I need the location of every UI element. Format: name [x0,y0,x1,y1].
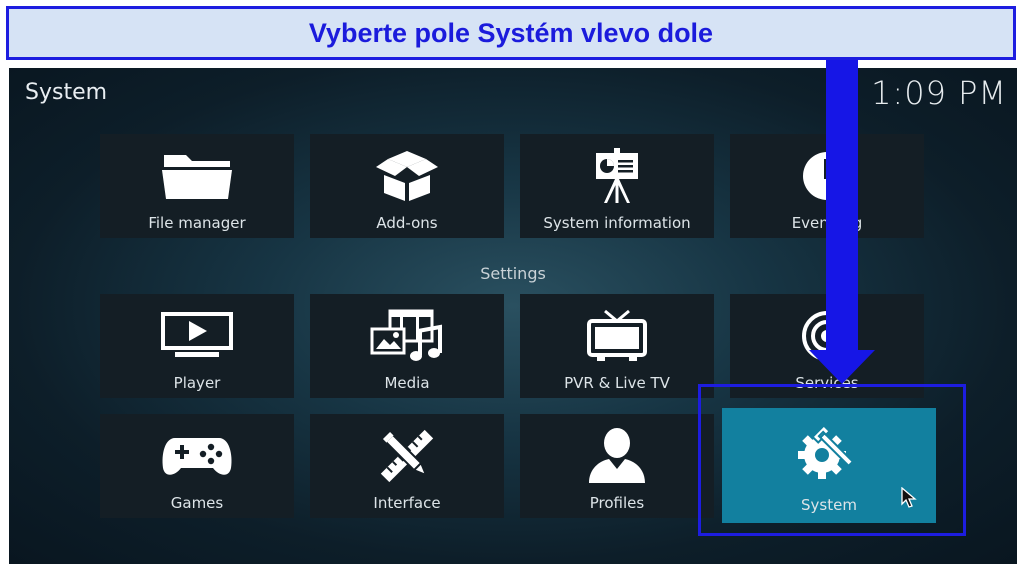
settings-heading: Settings [480,264,546,283]
instruction-banner: Vyberte pole Systém vlevo dole [6,6,1016,60]
tile-interface[interactable]: Interface [310,414,504,518]
instruction-text: Vyberte pole Systém vlevo dole [308,17,714,48]
gear-wrench-icon [722,424,936,482]
tile-media[interactable]: Media [310,294,504,398]
tile-label: File manager [148,214,246,232]
tile-games[interactable]: Games [100,414,294,518]
media-icon [310,308,504,364]
tv-play-icon [100,308,294,364]
pencil-ruler-icon [310,428,504,484]
annotation-arrow-shaft [826,60,858,352]
tile-label: Profiles [589,494,645,512]
clock: 1:09 PM [871,74,1007,112]
tile-pvr-live-tv[interactable]: PVR & Live TV [520,294,714,398]
presentation-board-icon [520,148,714,204]
page-title: System [25,80,108,105]
tile-label: PVR & Live TV [564,374,670,392]
tile-file-manager[interactable]: File manager [100,134,294,238]
tile-label: Interface [373,494,441,512]
mouse-cursor-icon [901,486,917,514]
person-icon [520,428,714,484]
open-box-icon [310,148,504,204]
gamepad-icon [100,428,294,484]
folder-icon [100,148,294,204]
tile-label: Add-ons [376,214,438,232]
tile-profiles[interactable]: Profiles [520,414,714,518]
tile-label: Media [384,374,430,392]
kodi-screen: System 1:09 PM File manager Add-ons Syst… [9,68,1017,564]
tv-antenna-icon [520,308,714,364]
tile-label: System information [543,214,691,232]
annotation-arrow-head [809,350,875,384]
tile-player[interactable]: Player [100,294,294,398]
tile-label: Player [173,374,221,392]
tile-add-ons[interactable]: Add-ons [310,134,504,238]
tile-label: Games [170,494,224,512]
tile-system-information[interactable]: System information [520,134,714,238]
